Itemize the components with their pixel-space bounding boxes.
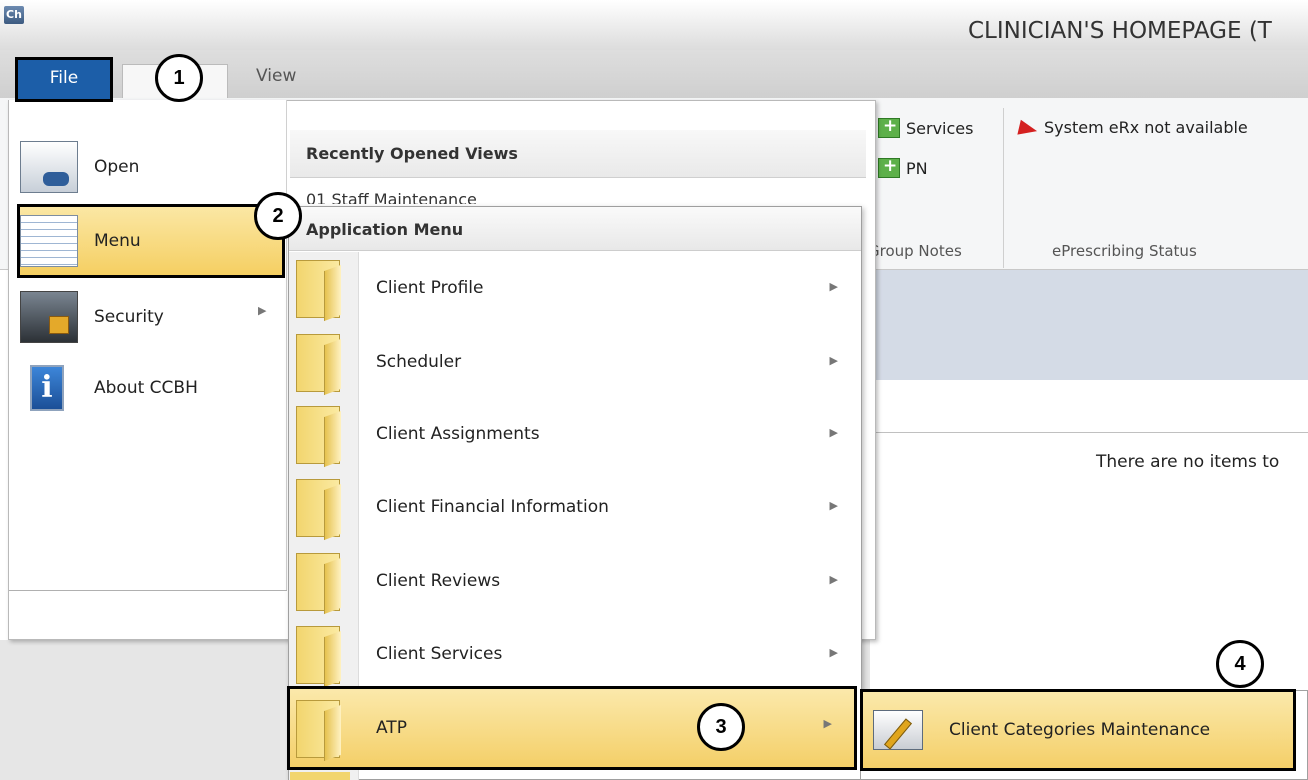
- erx-status-label: System eRx not available: [1044, 118, 1248, 137]
- chevron-right-icon: ▶: [829, 426, 838, 439]
- info-icon: i: [30, 365, 64, 411]
- app-menu-item-scheduler[interactable]: Scheduler ▶: [290, 326, 860, 398]
- file-menu-divider: [9, 590, 287, 591]
- chevron-right-icon: ▶: [829, 354, 838, 367]
- recent-views-title: Recently Opened Views: [306, 144, 518, 163]
- file-menu-open-label: Open: [94, 157, 140, 177]
- file-menu-security[interactable]: Security ▶: [20, 282, 282, 352]
- chevron-right-icon: ▶: [829, 573, 838, 586]
- services-label: Services: [906, 118, 974, 138]
- services-button[interactable]: Services: [878, 116, 974, 138]
- app-menu-item-client-assignments[interactable]: Client Assignments ▶: [290, 398, 860, 470]
- file-menu-about[interactable]: i About CCBH: [20, 353, 282, 423]
- app-menu-item-label: Client Services: [376, 644, 503, 664]
- client-categories-maintenance-item[interactable]: Client Categories Maintenance: [860, 689, 1296, 771]
- folder-icon: [296, 624, 346, 684]
- app-menu-item-client-profile[interactable]: Client Profile ▶: [290, 252, 860, 324]
- ribbon-separator: [1003, 108, 1004, 268]
- content-header-band: [870, 270, 1308, 380]
- add-pn-icon: [878, 156, 900, 178]
- folder-icon: [296, 332, 346, 392]
- menu-icon: [20, 215, 78, 267]
- chevron-right-icon: ▶: [258, 304, 267, 317]
- empty-list-message: There are no items to: [1096, 452, 1280, 472]
- app-menu-item-label: Client Assignments: [376, 424, 540, 444]
- chevron-right-icon: ▶: [823, 717, 832, 730]
- erx-status[interactable]: System eRx not available: [1016, 118, 1248, 137]
- pn-button[interactable]: PN: [878, 156, 928, 178]
- app-menu-item-client-reviews[interactable]: Client Reviews ▶: [290, 545, 860, 617]
- file-menu-open[interactable]: Open: [20, 132, 282, 202]
- security-icon: [20, 291, 78, 343]
- flag-icon: [1016, 119, 1038, 137]
- content-divider: [870, 432, 1308, 433]
- pencil-window-icon: [873, 710, 923, 750]
- app-menu-item-label: Client Profile: [376, 278, 484, 298]
- app-menu-item-client-financial-information[interactable]: Client Financial Information ▶: [290, 471, 860, 543]
- app-menu-item-label: Client Reviews: [376, 571, 501, 591]
- file-menu-menu[interactable]: Menu: [17, 204, 285, 278]
- app-menu-item-label: Client Financial Information: [376, 497, 609, 517]
- folder-icon: [296, 404, 346, 464]
- chevron-right-icon: ▶: [829, 280, 838, 293]
- group-notes-group-label: Group Notes: [868, 242, 962, 260]
- chevron-right-icon: ▶: [829, 646, 838, 659]
- step-callout-4: 4: [1216, 640, 1264, 688]
- folder-icon: [290, 772, 350, 780]
- tab-file[interactable]: File: [15, 57, 113, 102]
- chevron-right-icon: ▶: [829, 499, 838, 512]
- app-menu-item-client-services[interactable]: Client Services ▶: [290, 618, 860, 690]
- folder-icon: [296, 477, 346, 537]
- app-menu-item-atp[interactable]: ATP ▶: [287, 686, 857, 770]
- pn-label: PN: [906, 158, 928, 178]
- step-callout-1: 1: [155, 54, 203, 102]
- app-menu-item-label: ATP: [376, 718, 407, 738]
- add-services-icon: [878, 116, 900, 138]
- folder-icon: [296, 258, 346, 318]
- app-menu-item-label: Scheduler: [376, 352, 462, 372]
- step-callout-3: 3: [697, 703, 745, 751]
- eprescribing-group-label: ePrescribing Status: [1052, 242, 1197, 260]
- folder-icon: [296, 698, 346, 758]
- tab-view[interactable]: View: [256, 66, 296, 86]
- step-callout-2: 2: [254, 192, 302, 240]
- window-title: CLINICIAN'S HOMEPAGE (T: [968, 18, 1272, 44]
- application-menu-title: Application Menu: [306, 220, 464, 239]
- file-menu-about-label: About CCBH: [94, 378, 198, 398]
- app-icon[interactable]: Ch: [4, 6, 24, 24]
- open-icon: [20, 141, 78, 193]
- recent-view-item[interactable]: 01 Staff Maintenance: [306, 190, 477, 204]
- folder-icon: [296, 551, 346, 611]
- client-categories-maintenance-label: Client Categories Maintenance: [949, 720, 1211, 740]
- file-menu-security-label: Security: [94, 307, 164, 327]
- file-menu-menu-label: Menu: [94, 231, 141, 251]
